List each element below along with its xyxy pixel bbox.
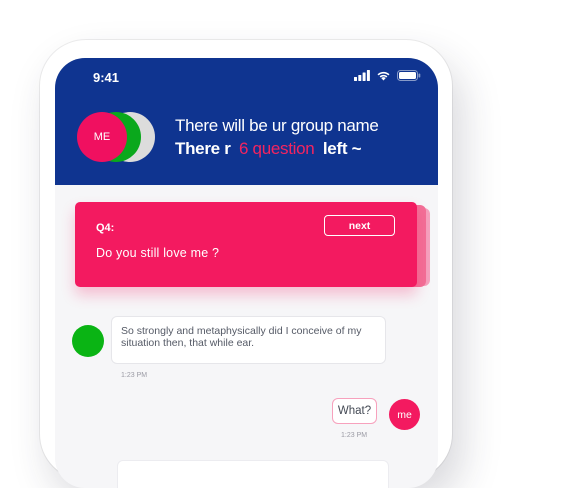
status-time: 9:41 [93, 70, 120, 85]
my-message-avatar[interactable]: me [389, 399, 420, 430]
question-card: Q4: Do you still love me ? next [75, 202, 417, 287]
my-avatar: ME [77, 112, 127, 162]
message-bubble-partial [117, 460, 389, 488]
wifi-icon [377, 71, 390, 81]
group-header: 9:41 ME There will be ur group name Ther… [55, 58, 438, 185]
message-timestamp: 1:23 PM [341, 432, 368, 439]
group-avatars[interactable]: ME [77, 112, 167, 166]
question-text: Do you still love me ? [96, 246, 220, 260]
phone-frame: 9:41 ME There will be ur group name Ther… [40, 40, 452, 488]
status-icons [354, 70, 421, 81]
questions-suffix: left ~ [322, 139, 362, 158]
battery-icon [397, 70, 421, 81]
next-button[interactable]: next [324, 215, 395, 236]
app-screen: 9:41 ME There will be ur group name Ther… [55, 58, 438, 488]
question-number: Q4: [96, 222, 115, 234]
received-message-bubble: So strongly and metaphysically did I con… [111, 316, 386, 364]
signal-icon [354, 70, 370, 81]
message-timestamp: 1:23 PM [121, 372, 148, 379]
questions-count: 6 question [238, 139, 315, 158]
questions-prefix: There r [175, 139, 231, 158]
sender-avatar[interactable] [72, 325, 104, 357]
sent-message-bubble: What? [332, 398, 377, 424]
group-name: There will be ur group name [175, 116, 379, 135]
questions-left: There r 6 question left ~ [175, 139, 362, 159]
